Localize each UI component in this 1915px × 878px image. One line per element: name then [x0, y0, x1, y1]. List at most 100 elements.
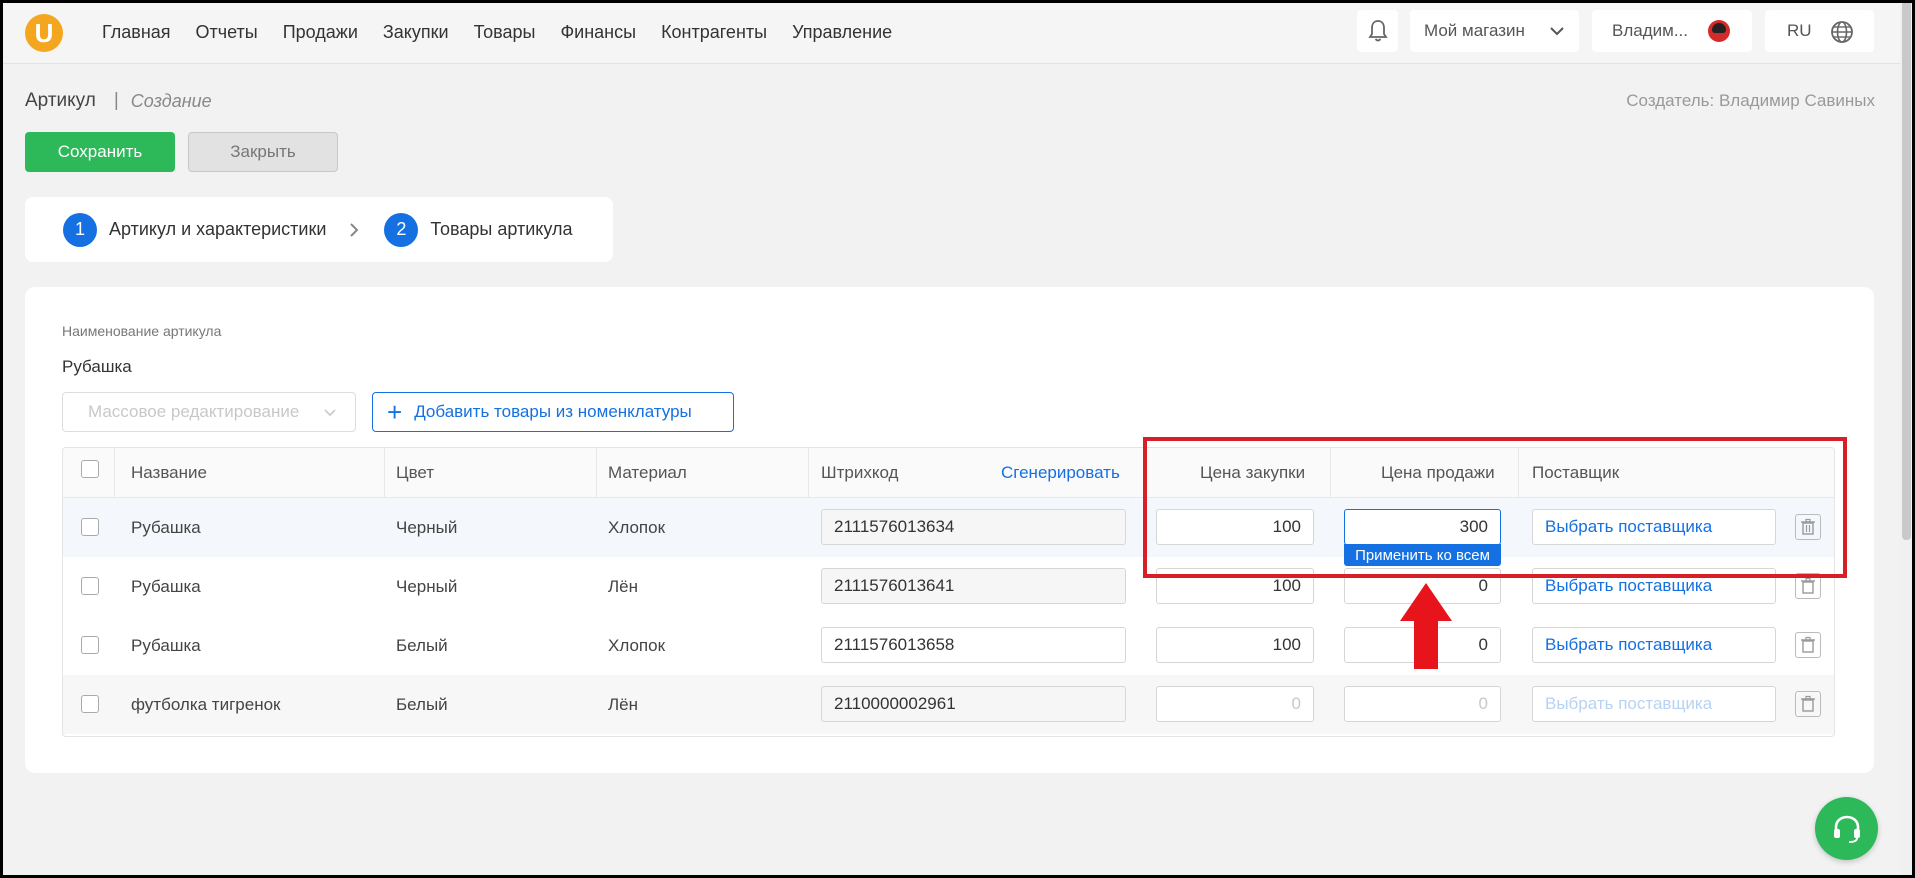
- trash-icon: [1801, 577, 1815, 594]
- support-chat-button[interactable]: [1815, 797, 1878, 860]
- user-name: Владим...: [1612, 21, 1688, 40]
- breadcrumb-separator: |: [113, 90, 119, 111]
- header-material: Материал: [608, 463, 687, 482]
- delete-row-button[interactable]: [1795, 573, 1821, 599]
- headset-icon: [1833, 815, 1860, 843]
- sale-price-input[interactable]: 0: [1344, 627, 1501, 663]
- table-row: Рубашка Белый Хлопок 2111576013658 100 0…: [63, 616, 1834, 675]
- page-title: Артикул: [25, 90, 96, 111]
- article-name-label: Наименование артикула: [62, 323, 222, 339]
- generate-barcode-link[interactable]: Сгенерировать: [1001, 448, 1120, 498]
- step-number: 1: [63, 212, 97, 247]
- page-subtitle: Создание: [130, 90, 212, 111]
- article-name-value: Рубашка: [62, 357, 132, 376]
- sale-price-input[interactable]: 0: [1344, 686, 1501, 722]
- chevron-down-icon: [324, 409, 336, 417]
- user-menu[interactable]: Владим...: [1592, 10, 1752, 52]
- nav-management[interactable]: Управление: [792, 22, 892, 43]
- trash-icon: [1801, 636, 1815, 653]
- notifications-button[interactable]: [1357, 10, 1398, 52]
- header-color: Цвет: [396, 463, 435, 482]
- supplier-select[interactable]: Выбрать поставщика: [1532, 686, 1776, 722]
- sale-price-input[interactable]: 0: [1344, 568, 1501, 604]
- app-logo[interactable]: U: [25, 14, 63, 52]
- purchase-price-input[interactable]: 100: [1156, 627, 1314, 663]
- row-material: Хлопок: [608, 635, 666, 655]
- nav-sales[interactable]: Продажи: [283, 22, 358, 43]
- row-color: Черный: [396, 576, 458, 596]
- avatar: [1708, 20, 1730, 42]
- row-material: Хлопок: [608, 517, 666, 537]
- delete-row-button[interactable]: [1795, 632, 1821, 658]
- nav-goods[interactable]: Товары: [474, 22, 536, 43]
- creator-info: Создатель: Владимир Савиных: [1626, 91, 1875, 110]
- supplier-select[interactable]: Выбрать поставщика: [1532, 627, 1776, 663]
- top-navbar: U Главная Отчеты Продажи Закупки Товары …: [0, 0, 1915, 64]
- step-article-characteristics[interactable]: 1 Артикул и характеристики: [63, 212, 327, 247]
- store-selector[interactable]: Мой магазин: [1410, 10, 1579, 52]
- step-article-goods[interactable]: 2 Товары артикула: [384, 212, 573, 247]
- bell-icon: [1367, 20, 1388, 42]
- purchase-price-input[interactable]: 100: [1156, 509, 1314, 545]
- row-checkbox[interactable]: [81, 518, 99, 536]
- purchase-price-input[interactable]: 100: [1156, 568, 1314, 604]
- main-nav: Главная Отчеты Продажи Закупки Товары Фи…: [102, 0, 917, 64]
- delete-row-button[interactable]: [1795, 514, 1821, 540]
- scrollbar-thumb[interactable]: [1902, 0, 1911, 540]
- delete-row-button[interactable]: [1795, 691, 1821, 717]
- row-checkbox[interactable]: [81, 577, 99, 595]
- article-goods-card: Наименование артикула Рубашка Массовое р…: [25, 287, 1874, 773]
- supplier-select[interactable]: Выбрать поставщика: [1532, 568, 1776, 604]
- mass-edit-select: Массовое редактирование: [62, 392, 356, 432]
- wizard-stepper: 1 Артикул и характеристики 2 Товары арти…: [25, 197, 613, 262]
- breadcrumb: Артикул | Создание: [25, 90, 212, 112]
- row-name: Рубашка: [131, 517, 201, 537]
- barcode-input[interactable]: 2111576013658: [821, 627, 1126, 663]
- nav-finance[interactable]: Финансы: [560, 22, 636, 43]
- barcode-input[interactable]: 2111576013641: [821, 568, 1126, 604]
- select-all-checkbox[interactable]: [81, 460, 99, 478]
- trash-icon: [1801, 695, 1815, 712]
- barcode-input[interactable]: 2110000002961: [821, 686, 1126, 722]
- purchase-price-input[interactable]: 0: [1156, 686, 1314, 722]
- header-name: Название: [131, 463, 207, 482]
- row-name: Рубашка: [131, 635, 201, 655]
- save-button[interactable]: Сохранить: [25, 132, 175, 172]
- chevron-right-icon: [350, 222, 359, 237]
- header-barcode: Штрихкод: [821, 463, 899, 482]
- close-button[interactable]: Закрыть: [188, 132, 338, 172]
- row-color: Белый: [396, 694, 448, 714]
- supplier-select[interactable]: Выбрать поставщика: [1532, 509, 1776, 545]
- plus-icon: +: [387, 397, 403, 427]
- barcode-input[interactable]: 2111576013634: [821, 509, 1126, 545]
- row-name: Рубашка: [131, 576, 201, 596]
- step-label: Артикул и характеристики: [109, 219, 327, 239]
- language-code: RU: [1787, 21, 1812, 40]
- add-goods-button[interactable]: + Добавить товары из номенклатуры: [372, 392, 734, 432]
- step-number: 2: [384, 212, 419, 247]
- nav-home[interactable]: Главная: [102, 22, 171, 43]
- nav-counterparties[interactable]: Контрагенты: [661, 22, 767, 43]
- row-material: Лён: [608, 694, 638, 714]
- table-row: Рубашка Черный Лён 2111576013641 100 0 В…: [63, 557, 1834, 616]
- step-label: Товары артикула: [430, 219, 573, 239]
- nav-reports[interactable]: Отчеты: [196, 22, 258, 43]
- mass-edit-placeholder: Массовое редактирование: [88, 402, 300, 421]
- add-goods-label: Добавить товары из номенклатуры: [414, 402, 692, 421]
- table-header: Название Цвет Материал Штрихкод Сгенерир…: [63, 448, 1834, 498]
- row-material: Лён: [608, 576, 638, 596]
- row-color: Черный: [396, 517, 458, 537]
- table-row: футболка тигренок Белый Лён 211000000296…: [63, 675, 1834, 734]
- header-supplier: Поставщик: [1532, 463, 1620, 482]
- language-selector[interactable]: RU: [1765, 10, 1874, 52]
- trash-icon: [1801, 518, 1815, 535]
- chevron-down-icon: [1550, 27, 1564, 36]
- row-checkbox[interactable]: [81, 695, 99, 713]
- sale-price-input[interactable]: 300: [1344, 509, 1501, 545]
- table-row: Рубашка Черный Хлопок 2111576013634 100 …: [63, 498, 1834, 566]
- goods-table: Название Цвет Материал Штрихкод Сгенерир…: [62, 447, 1835, 737]
- row-checkbox[interactable]: [81, 636, 99, 654]
- store-name: Мой магазин: [1424, 21, 1525, 40]
- nav-purchases[interactable]: Закупки: [383, 22, 449, 43]
- header-purchase-price: Цена закупки: [1200, 463, 1306, 482]
